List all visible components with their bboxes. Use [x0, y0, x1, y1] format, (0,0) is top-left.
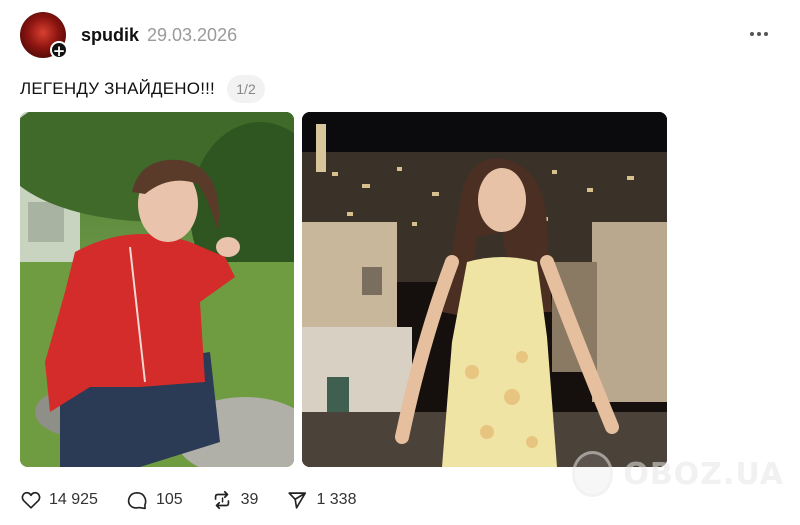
author-username[interactable]: spudik: [81, 25, 139, 46]
post-date: 29.03.2026: [147, 25, 238, 45]
repost-count: 39: [240, 491, 259, 508]
garden-photo-illustration: [20, 112, 294, 467]
share-count: 1 338: [316, 491, 357, 508]
share-button[interactable]: 1 338: [286, 489, 356, 511]
night-city-photo-illustration: [302, 112, 667, 467]
follow-plus-icon[interactable]: +: [50, 41, 68, 60]
comment-bubble-icon: [127, 492, 147, 510]
post-image-2[interactable]: [302, 112, 667, 467]
post-card: + spudik 29.03.2026 ЛЕГЕНДУ ЗНАЙДЕНО!!! …: [0, 0, 800, 525]
more-options-button[interactable]: [744, 22, 774, 46]
send-icon: [288, 492, 307, 509]
like-count: 14 925: [49, 491, 98, 508]
heart-icon: [21, 491, 41, 509]
post-image-1[interactable]: [20, 112, 294, 467]
comment-count: 105: [155, 491, 183, 508]
post-action-bar: 14 925 105 39 1 338: [20, 486, 384, 514]
media-counter-badge: 1/2: [227, 75, 265, 103]
watermark-logo-icon: [572, 451, 614, 497]
comment-button[interactable]: 105: [126, 489, 183, 511]
more-horizontal-icon: [750, 32, 754, 36]
repost-icon: [214, 490, 229, 510]
like-button[interactable]: 14 925: [20, 489, 98, 511]
watermark-text: OBOZ.UA: [623, 456, 784, 492]
post-text: ЛЕГЕНДУ ЗНАЙДЕНО!!!: [20, 79, 215, 98]
repost-button[interactable]: 39: [211, 489, 259, 511]
source-watermark: OBOZ.UA: [572, 446, 784, 502]
